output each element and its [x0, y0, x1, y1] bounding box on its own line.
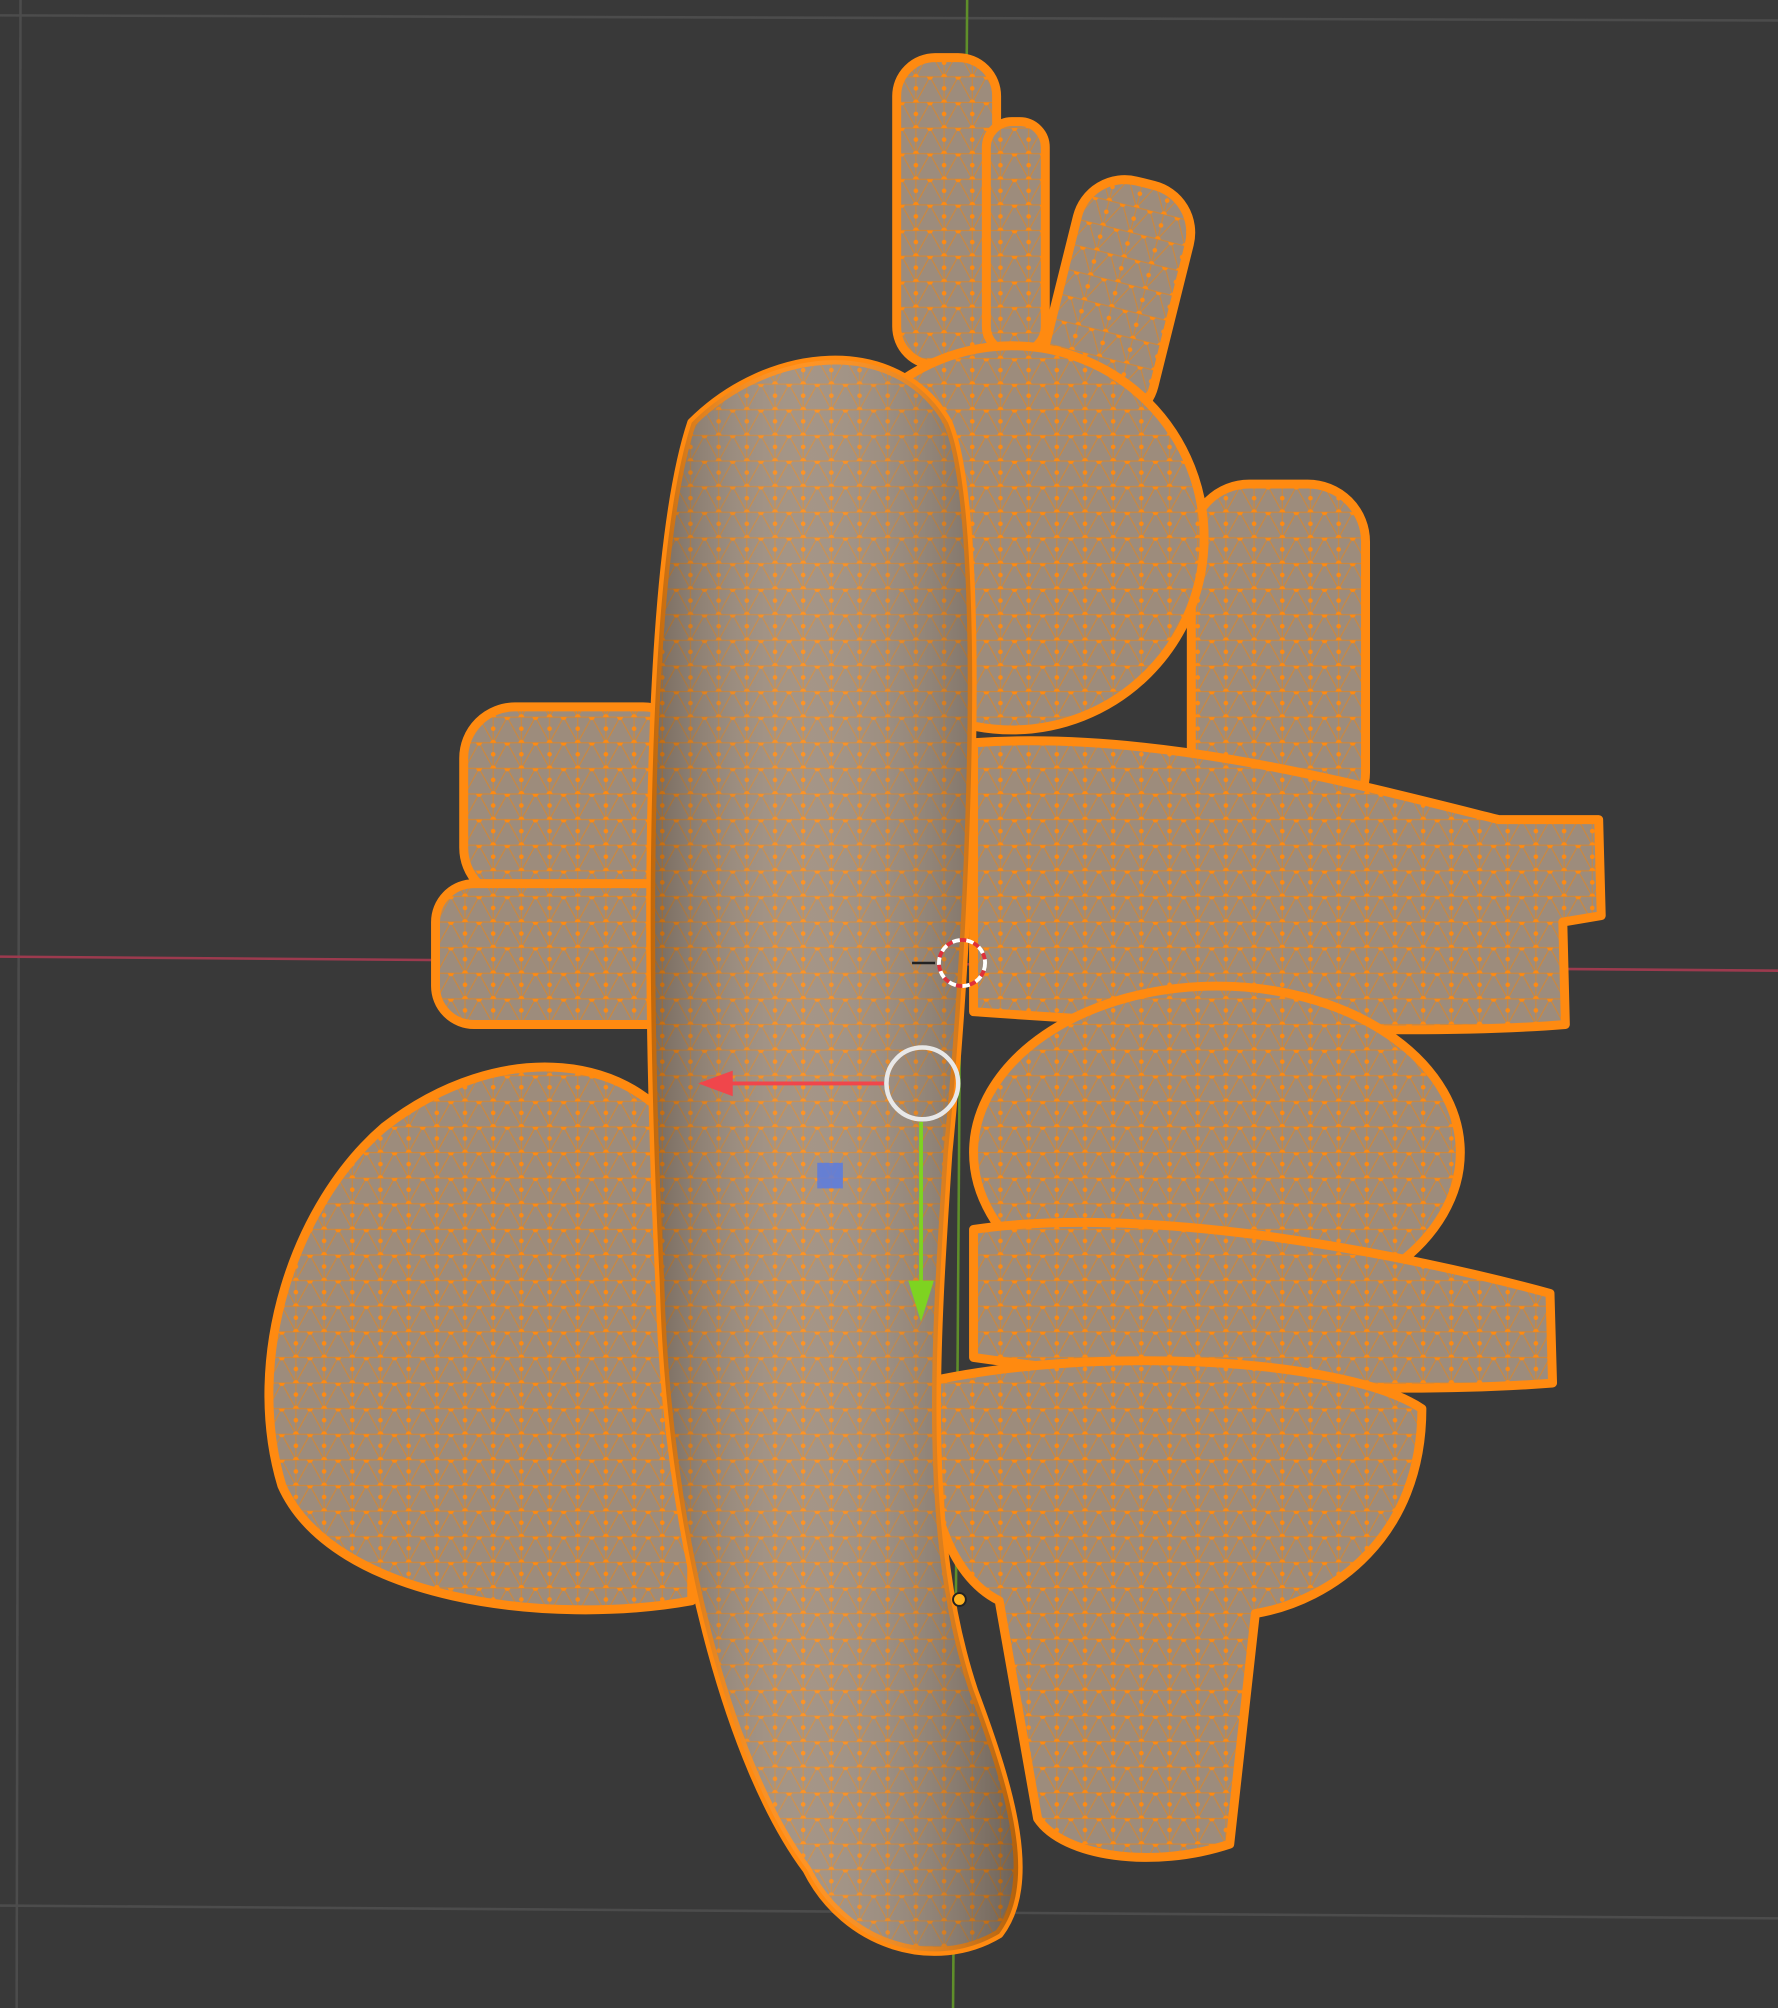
- object-origin-icon: [952, 1592, 967, 1607]
- left-ventricle: [264, 1062, 697, 1615]
- heart-mesh[interactable]: [264, 53, 1606, 1956]
- 3d-viewport[interactable]: [0, 0, 1778, 2008]
- pulmonary-vessel: [969, 736, 1606, 1035]
- vessel-top-1: [892, 53, 1002, 370]
- vessel-top-2: [981, 117, 1050, 357]
- gizmo-z-plane: [817, 1162, 843, 1189]
